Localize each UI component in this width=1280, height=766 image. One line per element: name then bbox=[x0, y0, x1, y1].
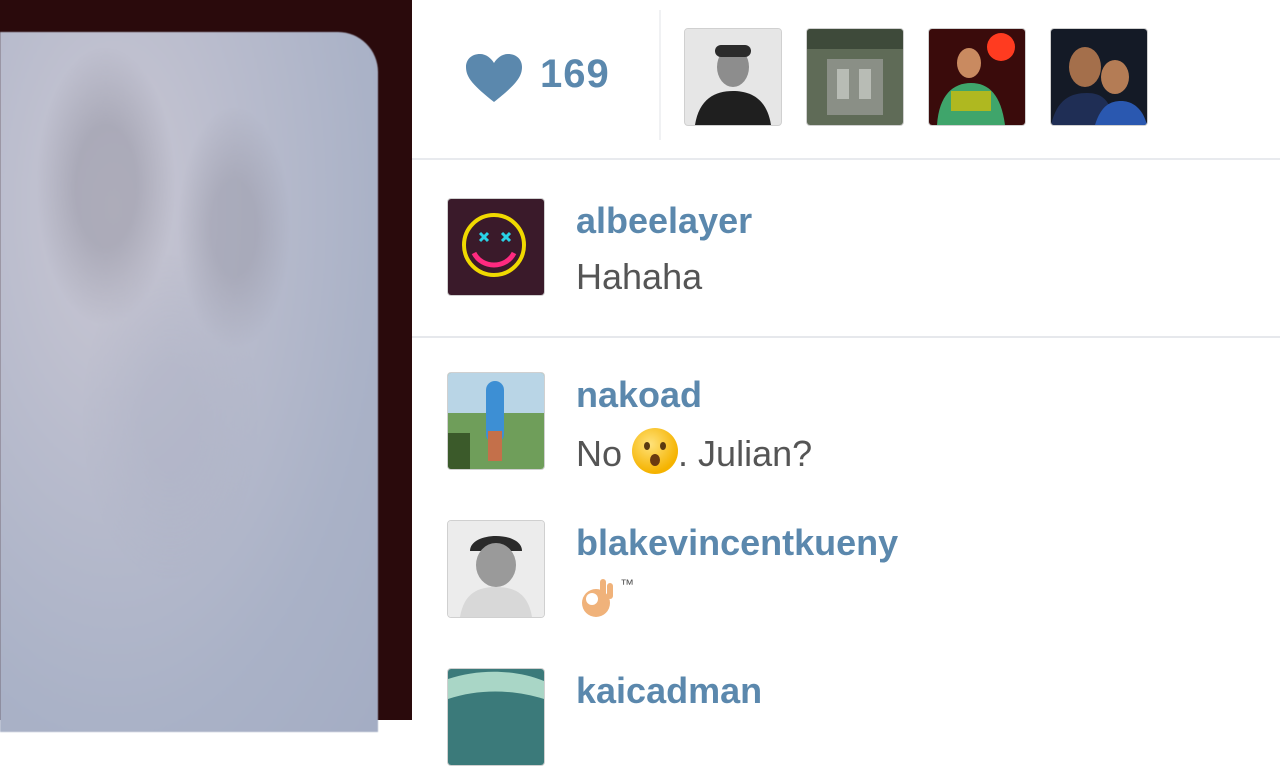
likes-count[interactable]: 169 bbox=[540, 52, 610, 97]
liker-avatar[interactable] bbox=[806, 28, 904, 126]
comments-panel: 169 albeelayer Hahaha nakoad No . Julian… bbox=[412, 0, 1280, 766]
comment-text: No . Julian? bbox=[576, 428, 812, 475]
divider bbox=[412, 336, 1280, 338]
comment-username[interactable]: albeelayer bbox=[576, 200, 752, 242]
avatar-image bbox=[1051, 29, 1147, 125]
avatar-image bbox=[685, 29, 781, 125]
heart-icon[interactable] bbox=[464, 52, 524, 104]
commenter-avatar[interactable] bbox=[447, 668, 545, 766]
liker-avatar[interactable] bbox=[684, 28, 782, 126]
post-photo[interactable] bbox=[0, 32, 378, 732]
comment-text-after: . Julian? bbox=[678, 433, 813, 474]
surprised-face-emoji-icon bbox=[632, 428, 679, 474]
avatar-image bbox=[929, 29, 1025, 125]
comment-text-after: ™ bbox=[620, 576, 634, 592]
avatar-image bbox=[448, 521, 544, 617]
commenter-avatar[interactable] bbox=[447, 198, 545, 296]
likes-bar: 169 bbox=[412, 0, 1280, 160]
photo-frame bbox=[0, 0, 412, 732]
liker-avatar[interactable] bbox=[928, 28, 1026, 126]
comment-username[interactable]: kaicadman bbox=[576, 670, 762, 712]
commenter-avatar[interactable] bbox=[447, 372, 545, 470]
commenter-avatar[interactable] bbox=[447, 520, 545, 618]
divider bbox=[659, 10, 661, 140]
comment-username[interactable]: nakoad bbox=[576, 374, 702, 416]
ok-hand-emoji-icon bbox=[582, 579, 613, 617]
avatar-image bbox=[448, 669, 544, 765]
comment-text: ™ bbox=[576, 576, 634, 621]
avatar-image bbox=[448, 373, 544, 469]
liker-avatar[interactable] bbox=[1050, 28, 1148, 126]
comment-text: Hahaha bbox=[576, 256, 703, 297]
comment-text-before: No bbox=[576, 433, 623, 474]
comment-username[interactable]: blakevincentkueny bbox=[576, 522, 898, 564]
avatar-image bbox=[448, 199, 544, 295]
avatar-image bbox=[807, 29, 903, 125]
